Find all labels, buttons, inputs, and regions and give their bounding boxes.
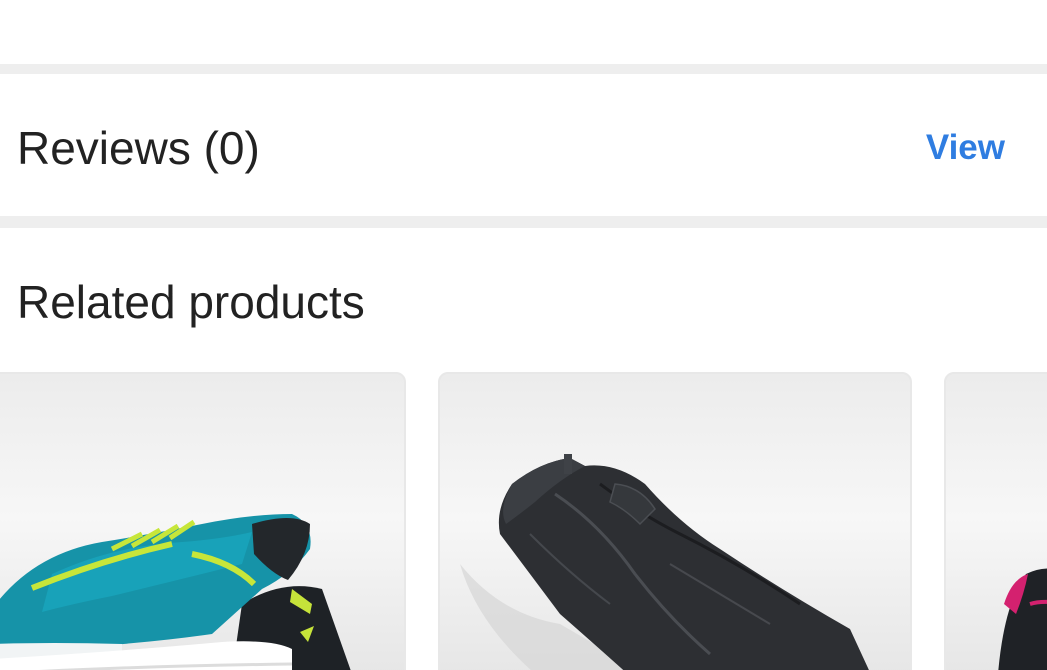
- product-detail-page: Reviews (0) View Related products: [0, 0, 1047, 670]
- previous-section: [0, 0, 1047, 64]
- section-divider: [0, 64, 1047, 74]
- pink-black-shoe-image: [998, 568, 1047, 670]
- section-divider: [0, 216, 1047, 228]
- related-product-card[interactable]: [944, 372, 1047, 670]
- related-product-card[interactable]: [0, 372, 406, 670]
- related-products-title: Related products: [17, 276, 365, 328]
- related-product-card[interactable]: [438, 372, 912, 670]
- reviews-title: Reviews (0): [17, 122, 260, 174]
- teal-running-shoe-image: [0, 514, 351, 670]
- view-reviews-link[interactable]: View: [926, 126, 1005, 170]
- black-jeans-image: [460, 454, 869, 670]
